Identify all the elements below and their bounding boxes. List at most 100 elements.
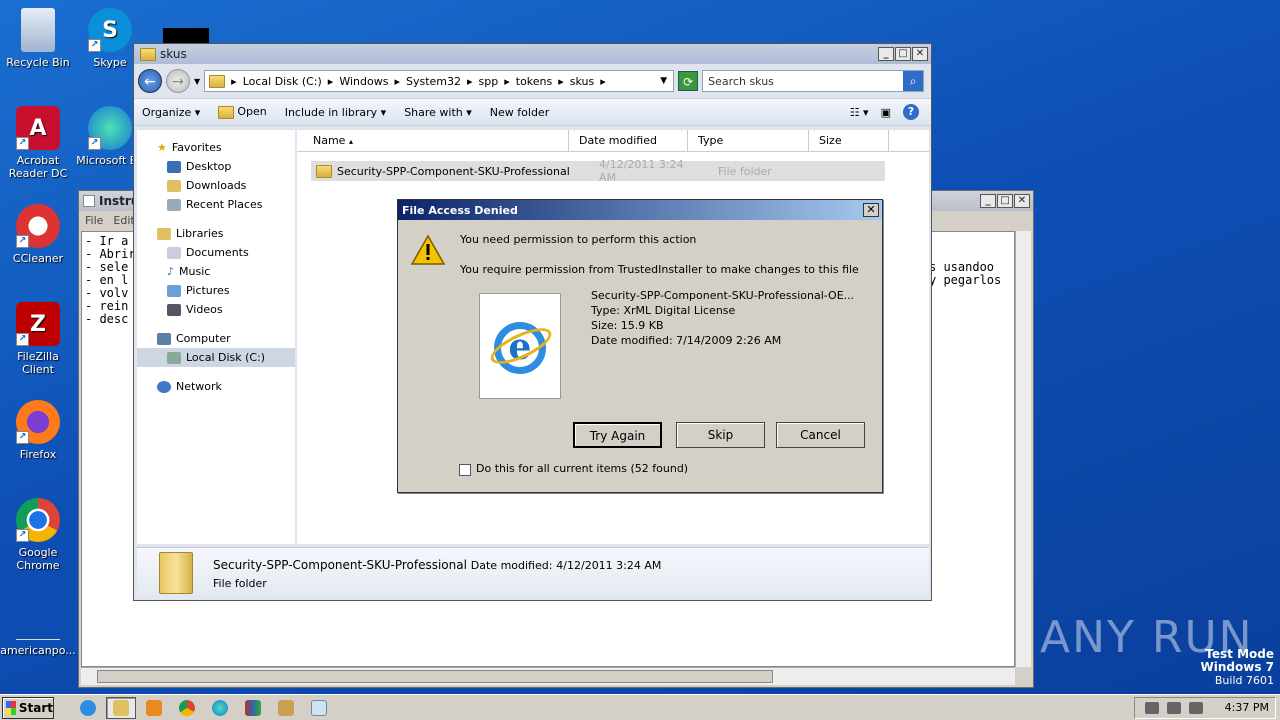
include-in-library-button[interactable]: Include in library ▾ bbox=[285, 106, 386, 119]
menu-edit[interactable]: Edit bbox=[113, 214, 134, 227]
details-date-label: Date modified: bbox=[470, 559, 553, 572]
preview-pane-icon[interactable]: ▣ bbox=[881, 106, 891, 119]
ccleaner-icon: ↗ bbox=[16, 204, 60, 248]
maximize-button[interactable]: □ bbox=[997, 194, 1013, 208]
search-input[interactable]: Search skus ⌕ bbox=[702, 70, 925, 92]
maximize-button[interactable]: □ bbox=[895, 47, 911, 61]
libraries-icon bbox=[157, 227, 171, 240]
dialog-titlebar[interactable]: File Access Denied ✕ bbox=[398, 200, 882, 220]
forward-button[interactable]: → bbox=[166, 69, 190, 93]
column-header-date[interactable]: Date modified bbox=[569, 130, 688, 151]
table-row[interactable]: Security-SPP-Component-SKU-Professional … bbox=[311, 158, 885, 184]
minimize-button[interactable]: _ bbox=[980, 194, 996, 208]
explorer-titlebar[interactable]: skus _ □ ✕ bbox=[134, 44, 931, 64]
search-icon[interactable]: ⌕ bbox=[903, 71, 924, 91]
nav-network[interactable]: Network bbox=[137, 377, 295, 396]
desktop-icon-file[interactable]: americanpo... bbox=[0, 620, 76, 657]
try-again-button[interactable]: Try Again bbox=[573, 422, 662, 448]
desktop-icon bbox=[167, 160, 181, 173]
view-options-icon[interactable]: ☷ ▾ bbox=[850, 106, 869, 119]
desktop-icon-recycle-bin[interactable]: Recycle Bin bbox=[0, 8, 76, 69]
acrobat-icon: A ↗ bbox=[16, 106, 60, 150]
breadcrumb-tokens[interactable]: tokens bbox=[516, 75, 553, 88]
navigation-pane[interactable]: ★ Favorites Desktop Downloads Recent Plac… bbox=[137, 130, 295, 544]
taskbar-explorer[interactable] bbox=[106, 696, 136, 719]
details-name: Security-SPP-Component-SKU-Professional bbox=[213, 558, 467, 572]
taskbar-winrar[interactable] bbox=[238, 697, 268, 719]
file-access-denied-dialog[interactable]: File Access Denied ✕ You need permission… bbox=[397, 199, 883, 493]
open-button[interactable]: Open bbox=[218, 105, 267, 119]
taskbar-app[interactable] bbox=[271, 697, 301, 719]
breadcrumb-system32[interactable]: System32 bbox=[406, 75, 461, 88]
desktop-icon-label: Firefox bbox=[19, 448, 57, 461]
taskbar-edge[interactable] bbox=[205, 697, 235, 719]
column-header-name[interactable]: Name ▴ bbox=[297, 130, 569, 151]
breadcrumb-windows[interactable]: Windows bbox=[339, 75, 388, 88]
dialog-message: You require permission from TrustedInsta… bbox=[460, 263, 859, 276]
clock[interactable]: 4:37 PM bbox=[1225, 701, 1269, 714]
desktop-icon-firefox[interactable]: ↗ Firefox bbox=[0, 400, 76, 461]
address-bar[interactable]: ▸ Local Disk (C:) ▸ Windows ▸ System32 ▸ sp… bbox=[204, 70, 675, 92]
recent-pages-dropdown[interactable]: ▼ bbox=[194, 77, 200, 86]
windows-logo-icon bbox=[6, 700, 16, 715]
taskbar-notepad[interactable] bbox=[304, 697, 334, 719]
close-button[interactable]: ✕ bbox=[912, 47, 928, 61]
cancel-button[interactable]: Cancel bbox=[776, 422, 865, 448]
nav-videos[interactable]: Videos bbox=[137, 300, 295, 319]
vertical-scrollbar[interactable] bbox=[1015, 231, 1031, 667]
dialog-heading: You need permission to perform this acti… bbox=[460, 233, 697, 246]
refresh-button[interactable]: ⟳ bbox=[678, 71, 699, 91]
desktop-icon-chrome[interactable]: ↗ Google Chrome bbox=[0, 498, 76, 572]
system-tray: 4:37 PM bbox=[1133, 696, 1276, 719]
back-button[interactable]: ← bbox=[138, 69, 162, 93]
action-center-icon[interactable] bbox=[1188, 701, 1203, 714]
taskbar-chrome[interactable] bbox=[172, 697, 202, 719]
skip-button[interactable]: Skip bbox=[676, 422, 765, 448]
column-header-size[interactable]: Size bbox=[809, 130, 889, 151]
taskbar: Start 4:37 PM bbox=[0, 694, 1280, 720]
start-button[interactable]: Start bbox=[2, 696, 54, 719]
details-pane: Security-SPP-Component-SKU-Professional … bbox=[137, 547, 929, 599]
breadcrumb-skus[interactable]: skus bbox=[570, 75, 594, 88]
nav-favorites[interactable]: ★ Favorites bbox=[137, 138, 295, 157]
explorer-title: skus bbox=[160, 47, 187, 61]
apply-to-all-label[interactable]: Do this for all current items (52 found) bbox=[476, 462, 688, 475]
desktop-icon-acrobat[interactable]: A ↗ Acrobat Reader DC bbox=[0, 106, 76, 180]
internet-explorer-icon bbox=[80, 699, 96, 716]
chrome-icon: ↗ bbox=[16, 498, 60, 542]
column-header-type[interactable]: Type bbox=[688, 130, 809, 151]
breadcrumb-local-disk[interactable]: Local Disk (C:) bbox=[243, 75, 322, 88]
minimize-button[interactable]: _ bbox=[878, 47, 894, 61]
horizontal-scrollbar[interactable] bbox=[81, 667, 1015, 685]
nav-downloads[interactable]: Downloads bbox=[137, 176, 295, 195]
desktop-icon-filezilla[interactable]: Z ↗ FileZilla Client bbox=[0, 302, 76, 376]
desktop-icon-ccleaner[interactable]: ↗ CCleaner bbox=[0, 204, 76, 265]
edge-icon bbox=[212, 699, 228, 716]
nav-music[interactable]: ♪ Music bbox=[137, 262, 295, 281]
scrollbar-thumb[interactable] bbox=[97, 670, 773, 683]
organize-button[interactable]: Organize ▾ bbox=[142, 106, 200, 119]
nav-local-disk[interactable]: Local Disk (C:) bbox=[137, 348, 295, 367]
help-icon[interactable]: ? bbox=[903, 104, 919, 120]
network-icon[interactable] bbox=[1166, 701, 1181, 714]
nav-pictures[interactable]: Pictures bbox=[137, 281, 295, 300]
nav-documents[interactable]: Documents bbox=[137, 243, 295, 262]
menu-file[interactable]: File bbox=[85, 214, 103, 227]
winrar-icon bbox=[245, 699, 261, 716]
details-type: File folder bbox=[213, 577, 267, 590]
taskbar-media-player[interactable] bbox=[139, 697, 169, 719]
address-dropdown-icon[interactable]: ▼ bbox=[660, 76, 667, 86]
close-button[interactable]: ✕ bbox=[863, 203, 879, 217]
nav-desktop[interactable]: Desktop bbox=[137, 157, 295, 176]
nav-recent-places[interactable]: Recent Places bbox=[137, 195, 295, 214]
apply-to-all-checkbox[interactable] bbox=[459, 464, 471, 476]
volume-icon[interactable] bbox=[1144, 701, 1159, 714]
taskbar-ie[interactable] bbox=[73, 697, 103, 719]
nav-computer[interactable]: Computer bbox=[137, 329, 295, 348]
share-with-button[interactable]: Share with ▾ bbox=[404, 106, 472, 119]
breadcrumb-spp[interactable]: spp bbox=[479, 75, 499, 88]
new-folder-button[interactable]: New folder bbox=[490, 106, 549, 119]
nav-libraries[interactable]: Libraries bbox=[137, 224, 295, 243]
close-button[interactable]: ✕ bbox=[1014, 194, 1030, 208]
recycle-bin-icon bbox=[21, 8, 55, 52]
